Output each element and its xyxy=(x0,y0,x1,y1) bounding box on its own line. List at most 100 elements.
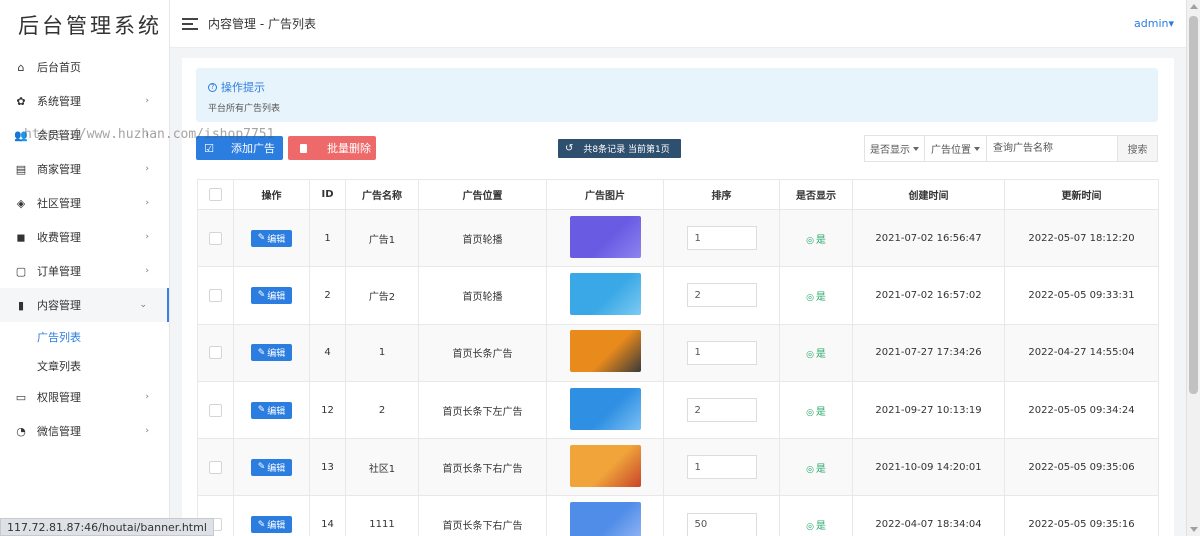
sort-input[interactable] xyxy=(686,455,757,480)
cell-updated: 2022-05-05 09:35:06 xyxy=(1004,438,1159,497)
gear-icon: ✿ xyxy=(16,94,26,108)
cell-image xyxy=(546,438,664,497)
table-row: ✎编辑 122首页长条下左广告 ◎是 2021-09-27 10:13:192022-… xyxy=(197,380,1159,440)
chevron-icon: › xyxy=(145,266,149,276)
sidebar-item-wechat[interactable]: ◔ 微信管理 › xyxy=(0,414,169,448)
show-status[interactable]: ◎ 是 xyxy=(806,292,826,303)
top-bar: 内容管理 - 广告列表 admin▾ xyxy=(170,0,1186,48)
table-body: ✎编辑1广告1首页轮播◎是2021-07-02 16:56:472022-05-… xyxy=(197,208,1159,536)
scroll-down-icon[interactable] xyxy=(1190,527,1198,532)
table-header-row: 操作 ID 广告名称 广告位置 广告图片 排序 是否显示 创建时间 更新时间 xyxy=(197,179,1159,210)
ad-thumbnail[interactable] xyxy=(569,387,641,430)
sidebar-item-store[interactable]: ▤ 商家管理 › xyxy=(0,152,169,186)
sort-input[interactable] xyxy=(686,398,757,423)
sort-input[interactable] xyxy=(686,283,757,308)
pencil-icon: ✎ xyxy=(257,233,266,244)
row-checkbox[interactable] xyxy=(209,346,222,360)
wechat-icon: ◔ xyxy=(16,424,26,438)
row-checkbox[interactable] xyxy=(209,288,222,302)
table-row: ✎编辑 1广告1首页轮播 ◎是 2021-07-02 16:56:472022-05-… xyxy=(197,208,1159,268)
tips-title: ? 操作提示 xyxy=(208,79,1146,95)
row-actions-cell: ✎ 编辑 xyxy=(233,438,310,497)
select-all-checkbox[interactable] xyxy=(209,188,222,201)
submenu-item-ad-list[interactable]: 广告列表 xyxy=(0,322,169,351)
batch-delete-button[interactable]: 批量删除 xyxy=(288,136,376,160)
edit-button[interactable]: ✎ 编辑 xyxy=(251,344,292,362)
sidebar-item-label: 收费管理 xyxy=(37,231,81,244)
show-status[interactable]: ◎ 是 xyxy=(806,407,826,418)
search-button[interactable]: 搜索 xyxy=(1118,136,1157,161)
dropbox-icon: ◈ xyxy=(16,196,26,210)
sidebar-item-label: 订单管理 xyxy=(37,265,81,278)
column-header-op: 操作 xyxy=(233,179,310,210)
cell-image xyxy=(546,495,664,536)
cell-created: 2022-04-07 18:34:04 xyxy=(852,495,1005,536)
caret-down-icon xyxy=(974,146,980,151)
user-menu[interactable]: admin▾ xyxy=(1134,17,1174,30)
browser-status-bar: 117.72.81.87:46/houtai/banner.html xyxy=(0,518,214,536)
filter-bar: 是否显示 广告位置 搜索 xyxy=(864,135,1158,162)
cell-position: 首页长条广告 xyxy=(418,323,547,382)
cell-id: 1 xyxy=(309,208,346,268)
sidebar-item-users[interactable]: 👥 会员管理 › xyxy=(0,118,169,152)
chevron-icon: › xyxy=(145,232,149,242)
sidebar-item-bag[interactable]: ◼ 收费管理 › xyxy=(0,220,169,254)
sidebar-item-label: 后台首页 xyxy=(37,61,81,74)
sidebar-item-clipboard[interactable]: ▢ 订单管理 › xyxy=(0,254,169,288)
show-filter-select[interactable]: 是否显示 xyxy=(865,136,925,161)
cell-show: ◎ 是 xyxy=(779,323,853,382)
edit-button[interactable]: ✎ 编辑 xyxy=(251,286,292,304)
chevron-icon: › xyxy=(145,426,149,436)
ad-thumbnail[interactable] xyxy=(569,215,641,258)
cell-show: ◎ 是 xyxy=(779,438,853,497)
ad-thumbnail[interactable] xyxy=(569,330,641,373)
pencil-icon: ✎ xyxy=(257,290,266,301)
edit-button[interactable]: ✎ 编辑 xyxy=(251,229,292,247)
sidebar-item-file[interactable]: ▮ 内容管理 ⌄ xyxy=(0,288,169,322)
record-count-badge[interactable]: ↺ 共8条记录 当前第1页 xyxy=(558,139,681,158)
show-status[interactable]: ◎ 是 xyxy=(806,235,826,246)
show-status-text: 是 xyxy=(815,291,826,303)
sort-input[interactable] xyxy=(686,512,757,536)
add-ad-button[interactable]: ☑ 添加广告 xyxy=(196,136,283,160)
row-checkbox[interactable] xyxy=(209,460,222,474)
bag-icon: ◼ xyxy=(16,230,26,244)
sidebar-item-home[interactable]: ⌂ 后台首页 xyxy=(0,50,169,84)
ad-thumbnail[interactable] xyxy=(569,444,641,487)
sort-input[interactable] xyxy=(686,340,757,365)
show-status[interactable]: ◎ 是 xyxy=(806,464,826,475)
scrollbar-thumb[interactable] xyxy=(1189,16,1198,394)
cell-image xyxy=(546,208,664,268)
edit-button[interactable]: ✎ 编辑 xyxy=(251,516,292,534)
column-header-sort: 排序 xyxy=(663,179,780,210)
cell-position: 首页轮播 xyxy=(418,208,547,268)
cell-sort xyxy=(663,495,780,536)
row-checkbox[interactable] xyxy=(209,403,222,417)
menu-toggle-icon[interactable] xyxy=(182,17,198,30)
show-status[interactable]: ◎ 是 xyxy=(806,349,826,360)
sort-input[interactable] xyxy=(686,226,757,251)
cell-show: ◎ 是 xyxy=(779,208,853,268)
sidebar-item-monitor[interactable]: ▭ 权限管理 › xyxy=(0,380,169,414)
show-status[interactable]: ◎ 是 xyxy=(806,521,826,532)
column-header-show: 是否显示 xyxy=(779,179,853,210)
sidebar-item-dropbox[interactable]: ◈ 社区管理 › xyxy=(0,186,169,220)
edit-button[interactable]: ✎ 编辑 xyxy=(251,458,292,476)
ad-thumbnail[interactable] xyxy=(569,502,641,536)
row-select-cell xyxy=(197,380,234,440)
breadcrumb: 内容管理 - 广告列表 xyxy=(208,17,316,31)
vertical-scrollbar[interactable] xyxy=(1186,0,1200,536)
edit-button[interactable]: ✎ 编辑 xyxy=(251,401,292,419)
show-status-text: 是 xyxy=(815,406,826,418)
chevron-icon: › xyxy=(145,130,149,140)
check-circle-icon: ◎ xyxy=(806,464,814,475)
table-row: ✎编辑 13社区1首页长条下右广告 ◎是 2021-10-09 14:20:01202… xyxy=(197,438,1159,497)
scroll-up-icon[interactable] xyxy=(1190,4,1198,9)
sidebar-item-gear[interactable]: ✿ 系统管理 › xyxy=(0,84,169,118)
search-input[interactable] xyxy=(987,136,1118,161)
pencil-icon: ✎ xyxy=(257,519,266,530)
ad-thumbnail[interactable] xyxy=(569,272,641,315)
row-checkbox[interactable] xyxy=(209,231,222,245)
position-filter-select[interactable]: 广告位置 xyxy=(925,136,987,161)
submenu-item-article-list[interactable]: 文章列表 xyxy=(0,351,169,380)
